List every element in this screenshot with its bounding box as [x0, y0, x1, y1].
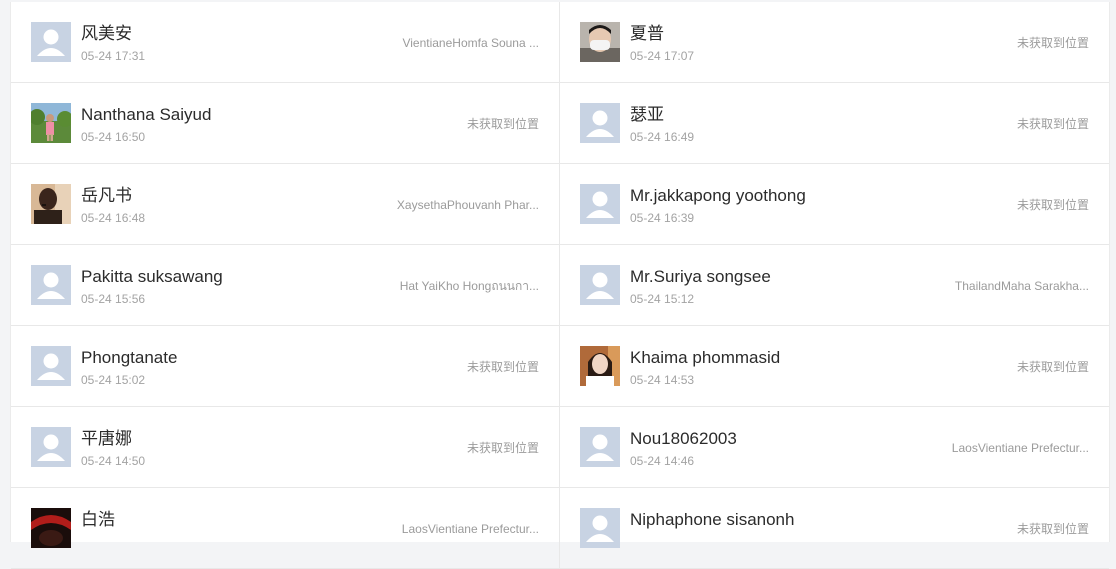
default-avatar-icon[interactable]	[31, 22, 71, 62]
user-list-item[interactable]: Niphaphone sisanonh 未获取到位置	[560, 488, 1109, 569]
user-list-item[interactable]: 岳凡书 05-24 16:48 XaysethaPhouvanh Phar...	[11, 164, 560, 245]
timestamp: 05-24 17:31	[81, 49, 146, 63]
user-name: Phongtanate	[81, 348, 178, 367]
timestamp: 05-24 16:39	[630, 211, 695, 225]
location-text: XaysethaPhouvanh Phar...	[396, 198, 539, 212]
user-list-item[interactable]: Khaima phommasid 05-24 14:53 未获取到位置	[560, 326, 1109, 407]
user-grid: 风美安 05-24 17:31 VientianeHomfa Souna ... 夏普…	[11, 2, 1109, 569]
user-name: 风美安	[81, 24, 132, 43]
location-text: 未获取到位置	[1016, 198, 1089, 212]
user-name: Nou18062003	[630, 429, 737, 448]
user-list-item[interactable]: Nanthana Saiyud 05-24 16:50 未获取到位置	[11, 83, 560, 164]
location-text: 未获取到位置	[1016, 117, 1089, 131]
user-list-item[interactable]: 白浩 LaosVientiane Prefectur...	[11, 488, 560, 569]
user-list-item[interactable]: 夏普 05-24 17:07 未获取到位置	[560, 2, 1109, 83]
location-text: 未获取到位置	[466, 441, 539, 455]
default-avatar-icon[interactable]	[580, 103, 620, 143]
user-list-item[interactable]: Pakitta suksawang 05-24 15:56 Hat YaiKho H…	[11, 245, 560, 326]
timestamp: 05-24 14:46	[630, 454, 695, 468]
location-text: 未获取到位置	[466, 360, 539, 374]
user-list-item[interactable]: Mr.Suriya songsee 05-24 15:12 ThailandMaha…	[560, 245, 1109, 326]
user-list-item[interactable]: 平唐娜 05-24 14:50 未获取到位置	[11, 407, 560, 488]
user-name: Pakitta suksawang	[81, 267, 223, 286]
user-list-item[interactable]: Nou18062003 05-24 14:46 LaosVientiane Pref…	[560, 407, 1109, 488]
avatar[interactable]	[580, 346, 620, 386]
default-avatar-icon[interactable]	[31, 427, 71, 467]
user-name: Nanthana Saiyud	[81, 105, 212, 124]
user-list-item[interactable]: 风美安 05-24 17:31 VientianeHomfa Souna ...	[11, 2, 560, 83]
timestamp: 05-24 16:48	[81, 211, 146, 225]
timestamp: 05-24 14:50	[81, 454, 146, 468]
timestamp: 05-24 16:49	[630, 130, 695, 144]
user-name: Mr.jakkapong yoothong	[630, 186, 806, 205]
user-name: Khaima phommasid	[630, 348, 781, 367]
default-avatar-icon[interactable]	[580, 427, 620, 467]
avatar[interactable]	[31, 184, 71, 224]
location-text: Hat YaiKho Hongถนนกา...	[399, 279, 539, 293]
location-text: 未获取到位置	[466, 117, 539, 131]
user-list-item[interactable]: Mr.jakkapong yoothong 05-24 16:39 未获取到位置	[560, 164, 1109, 245]
location-text: 未获取到位置	[1016, 36, 1089, 50]
location-text: 未获取到位置	[1016, 360, 1089, 374]
avatar[interactable]	[580, 22, 620, 62]
user-name: 夏普	[630, 24, 664, 43]
timestamp: 05-24 17:07	[630, 49, 695, 63]
default-avatar-icon[interactable]	[580, 184, 620, 224]
location-text: LaosVientiane Prefectur...	[951, 441, 1089, 455]
user-list-item[interactable]: Phongtanate 05-24 15:02 未获取到位置	[11, 326, 560, 407]
user-name: 岳凡书	[81, 186, 132, 205]
user-list-panel: 风美安 05-24 17:31 VientianeHomfa Souna ... 夏普…	[10, 2, 1110, 569]
default-avatar-icon[interactable]	[31, 265, 71, 305]
avatar[interactable]	[31, 103, 71, 143]
user-list-item[interactable]: 瑟亚 05-24 16:49 未获取到位置	[560, 83, 1109, 164]
timestamp: 05-24 15:56	[81, 292, 146, 306]
timestamp: 05-24 15:02	[81, 373, 146, 387]
location-text: VientianeHomfa Souna ...	[402, 36, 539, 50]
default-avatar-icon[interactable]	[580, 265, 620, 305]
default-avatar-icon[interactable]	[580, 508, 620, 548]
user-name: 白浩	[81, 510, 115, 529]
user-name: 瑟亚	[630, 105, 664, 124]
default-avatar-icon[interactable]	[31, 346, 71, 386]
timestamp: 05-24 15:12	[630, 292, 695, 306]
user-name: Mr.Suriya songsee	[630, 267, 771, 286]
user-name: 平唐娜	[81, 429, 132, 448]
avatar[interactable]	[31, 508, 71, 548]
location-text: ThailandMaha Sarakha...	[954, 279, 1089, 293]
timestamp: 05-24 14:53	[630, 373, 695, 387]
timestamp: 05-24 16:50	[81, 130, 146, 144]
user-name: Niphaphone sisanonh	[630, 510, 795, 529]
